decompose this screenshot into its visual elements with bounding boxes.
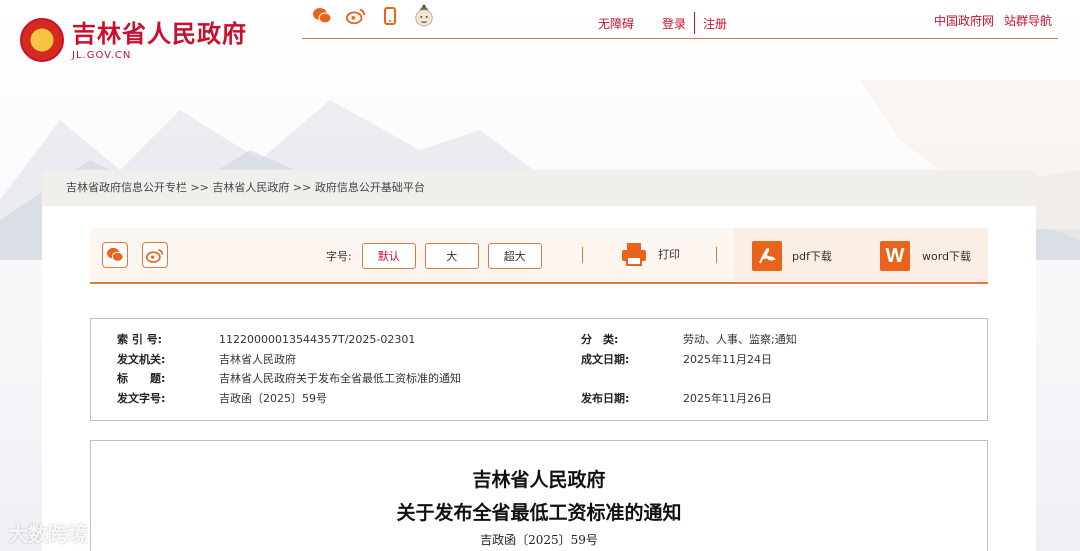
register-link[interactable]: 注册: [703, 15, 727, 32]
pdf-download-button[interactable]: pdf下载: [752, 241, 832, 271]
word-icon: W: [880, 241, 910, 271]
doc-number-value: 吉政函〔2025〕59号: [219, 392, 327, 405]
title-label: 标 题:: [117, 372, 166, 385]
breadcrumb[interactable]: 吉林省政府信息公开专栏 >> 吉林省人民政府 >> 政府信息公开基础平台: [42, 170, 1036, 206]
weibo-icon: [146, 248, 164, 263]
published-date-value: 2025年11月26日: [683, 392, 772, 405]
mobile-icon[interactable]: [380, 6, 400, 26]
document-heading-issuer: 吉林省人民政府: [472, 469, 606, 491]
weibo-icon[interactable]: [346, 6, 366, 26]
print-label: 打印: [658, 248, 680, 261]
issuer-label: 发文机关:: [117, 353, 166, 366]
word-download-label: word下载: [922, 250, 972, 263]
document-number: 吉政函〔2025〕59号: [480, 533, 598, 547]
font-size-label: 字号:: [326, 250, 352, 263]
print-button[interactable]: 打印: [620, 241, 680, 267]
login-link[interactable]: 登录: [662, 15, 686, 32]
divider: [694, 12, 696, 34]
site-header: 吉林省人民政府 JL.GOV.CN 无障碍 登录 注册 中国政府网 站群导航: [0, 0, 1080, 80]
font-xlarge-button[interactable]: 超大: [487, 243, 542, 269]
divider: [582, 247, 583, 263]
divider: [716, 247, 717, 263]
index-value: 11220000013544357T/2025-02301: [219, 333, 416, 346]
share-wechat-button[interactable]: [102, 242, 128, 268]
pdf-icon: [752, 241, 782, 271]
elder-mode-icon[interactable]: [414, 4, 434, 27]
index-label: 索 引 号:: [117, 333, 163, 346]
share-weibo-button[interactable]: [142, 242, 168, 268]
created-date-value: 2025年11月24日: [683, 353, 772, 366]
china-gov-link[interactable]: 中国政府网: [934, 12, 994, 29]
document-info-table: 索 引 号: 11220000013544357T/2025-02301 发文机…: [90, 318, 988, 421]
pdf-download-label: pdf下载: [792, 250, 832, 263]
document-heading-title: 关于发布全省最低工资标准的通知: [396, 502, 682, 524]
national-emblem-icon: [20, 18, 64, 62]
wechat-icon[interactable]: [312, 6, 332, 26]
document-body: 吉林省人民政府 关于发布全省最低工资标准的通知 吉政函〔2025〕59号: [90, 440, 988, 551]
article-toolbar: 字号: 默认 大 超大 打印 pdf下载 W word下载: [90, 228, 988, 284]
site-title: 吉林省人民政府: [72, 19, 247, 48]
site-domain: JL.GOV.CN: [72, 49, 132, 61]
title-value: 吉林省人民政府关于发布全省最低工资标准的通知: [219, 372, 461, 385]
category-value: 劳动、人事、监察;通知: [683, 333, 797, 346]
accessibility-link[interactable]: 无障碍: [598, 15, 634, 32]
created-date-label: 成文日期:: [581, 353, 630, 366]
site-logo[interactable]: 吉林省人民政府 JL.GOV.CN: [20, 18, 247, 62]
download-panel: pdf下载 W word下载: [734, 228, 988, 282]
published-date-label: 发布日期:: [581, 392, 630, 405]
printer-icon: [622, 243, 646, 266]
issuer-value: 吉林省人民政府: [219, 353, 296, 366]
watermark: 大数跨境: [8, 522, 88, 546]
category-label: 分 类:: [581, 333, 619, 346]
font-large-button[interactable]: 大: [424, 243, 479, 269]
site-nav-link[interactable]: 站群导航: [1004, 12, 1052, 29]
doc-number-label: 发文字号:: [117, 392, 166, 405]
word-download-button[interactable]: W word下载: [880, 241, 971, 271]
font-size-control: 字号: 默认 大 超大: [326, 243, 542, 269]
top-bar: 无障碍 登录 注册 中国政府网 站群导航: [302, 0, 1058, 39]
wechat-icon: [107, 247, 124, 262]
font-default-button[interactable]: 默认: [361, 243, 416, 269]
